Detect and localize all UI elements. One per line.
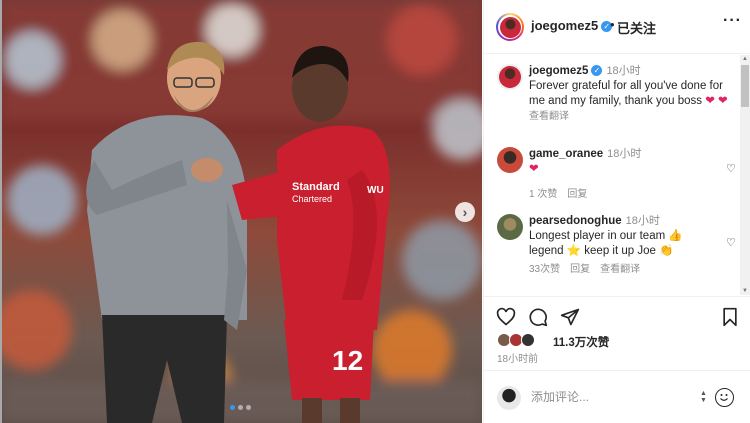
comment-list: joegomez5 ✓ 18小时 Forever grateful for all …	[484, 55, 742, 295]
post-photo[interactable]: Standard Chartered WU 12 ›	[2, 0, 482, 423]
comment-text: Longest player in our team 👍	[529, 230, 683, 242]
carousel-dot	[246, 405, 251, 410]
instagram-post-window: Standard Chartered WU 12 › joegomez5 ✓ • …	[0, 0, 750, 423]
smiley-icon[interactable]	[715, 388, 734, 407]
comment-likes[interactable]: 1 次赞	[529, 189, 557, 200]
like-comment-icon[interactable]: ♡	[726, 162, 736, 175]
photo-illustration: Standard Chartered WU 12	[2, 0, 482, 423]
verified-badge-icon: ✓	[591, 65, 603, 76]
header-separator: •	[610, 17, 615, 32]
comment-scrollbar[interactable]: ▲ ▼	[740, 55, 750, 295]
scroll-up-icon[interactable]: ▲	[741, 55, 749, 63]
like-comment-icon[interactable]: ♡	[726, 236, 736, 249]
carousel-dots	[230, 405, 251, 410]
comment-likes[interactable]: 33次赞	[529, 264, 560, 275]
viewer-avatar	[497, 386, 521, 410]
caption-avatar[interactable]	[497, 64, 523, 90]
comment-icon[interactable]	[528, 307, 548, 327]
reply-button[interactable]: 回复	[570, 264, 590, 275]
commenter-username[interactable]: game_oranee	[529, 148, 603, 160]
post-header: joegomez5 ✓ • 已关注 ···	[484, 0, 750, 54]
comment-time: 18小时	[607, 148, 642, 160]
author-username[interactable]: joegomez5 ✓	[531, 18, 613, 33]
following-button[interactable]: 已关注	[617, 18, 656, 37]
author-avatar[interactable]	[496, 13, 524, 41]
bookmark-icon[interactable]	[720, 307, 740, 327]
avatar-image	[499, 16, 521, 38]
jersey-sleeve-logo: WU	[367, 185, 384, 196]
liker-avatar	[521, 333, 535, 347]
heart-icon[interactable]	[496, 307, 516, 327]
comment-composer: ▲▼	[484, 370, 750, 423]
post-sidebar: joegomez5 ✓ • 已关注 ··· joegomez5 ✓ 18小时 Fore…	[483, 0, 750, 423]
commenter-username[interactable]: pearsedonoghue	[529, 215, 622, 227]
comment-input[interactable]	[531, 390, 681, 404]
comment-translate-link[interactable]: 查看翻译	[600, 264, 640, 275]
jersey-sponsor: Standard	[292, 181, 340, 193]
caption-translate-link[interactable]: 查看翻译	[529, 109, 729, 124]
carousel-dot	[238, 405, 243, 410]
caption-username[interactable]: joegomez5	[529, 65, 588, 77]
paper-plane-icon[interactable]	[560, 307, 580, 327]
more-horizontal-icon[interactable]: ···	[723, 12, 742, 30]
caption-text: Forever grateful for all you've done for…	[529, 80, 728, 107]
scroll-thumb[interactable]	[741, 65, 749, 107]
jersey-number: 12	[332, 345, 363, 376]
post-timestamp: 18小时前	[497, 354, 539, 365]
input-stepper-icon[interactable]: ▲ ▼	[700, 390, 707, 404]
scroll-down-icon[interactable]: ▼	[741, 287, 749, 295]
carousel-dot	[230, 405, 235, 410]
carousel-next-button[interactable]: ›	[455, 202, 475, 222]
commenter-avatar[interactable]	[497, 214, 523, 240]
comment-text: ❤	[529, 163, 539, 175]
comment-text-line2: legend ⭐ keep it up Joe 👏	[529, 245, 674, 257]
commenter-avatar[interactable]	[497, 147, 523, 173]
comment-time: 18小时	[625, 215, 660, 227]
caption-time: 18小时	[606, 65, 641, 77]
heart-emoji: ❤ ❤	[705, 95, 728, 107]
action-bar	[484, 296, 750, 336]
likes-count[interactable]: 11.3万次赞	[553, 334, 609, 350]
jersey-sponsor-sub: Chartered	[292, 194, 332, 204]
reply-button[interactable]: 回复	[567, 189, 587, 200]
